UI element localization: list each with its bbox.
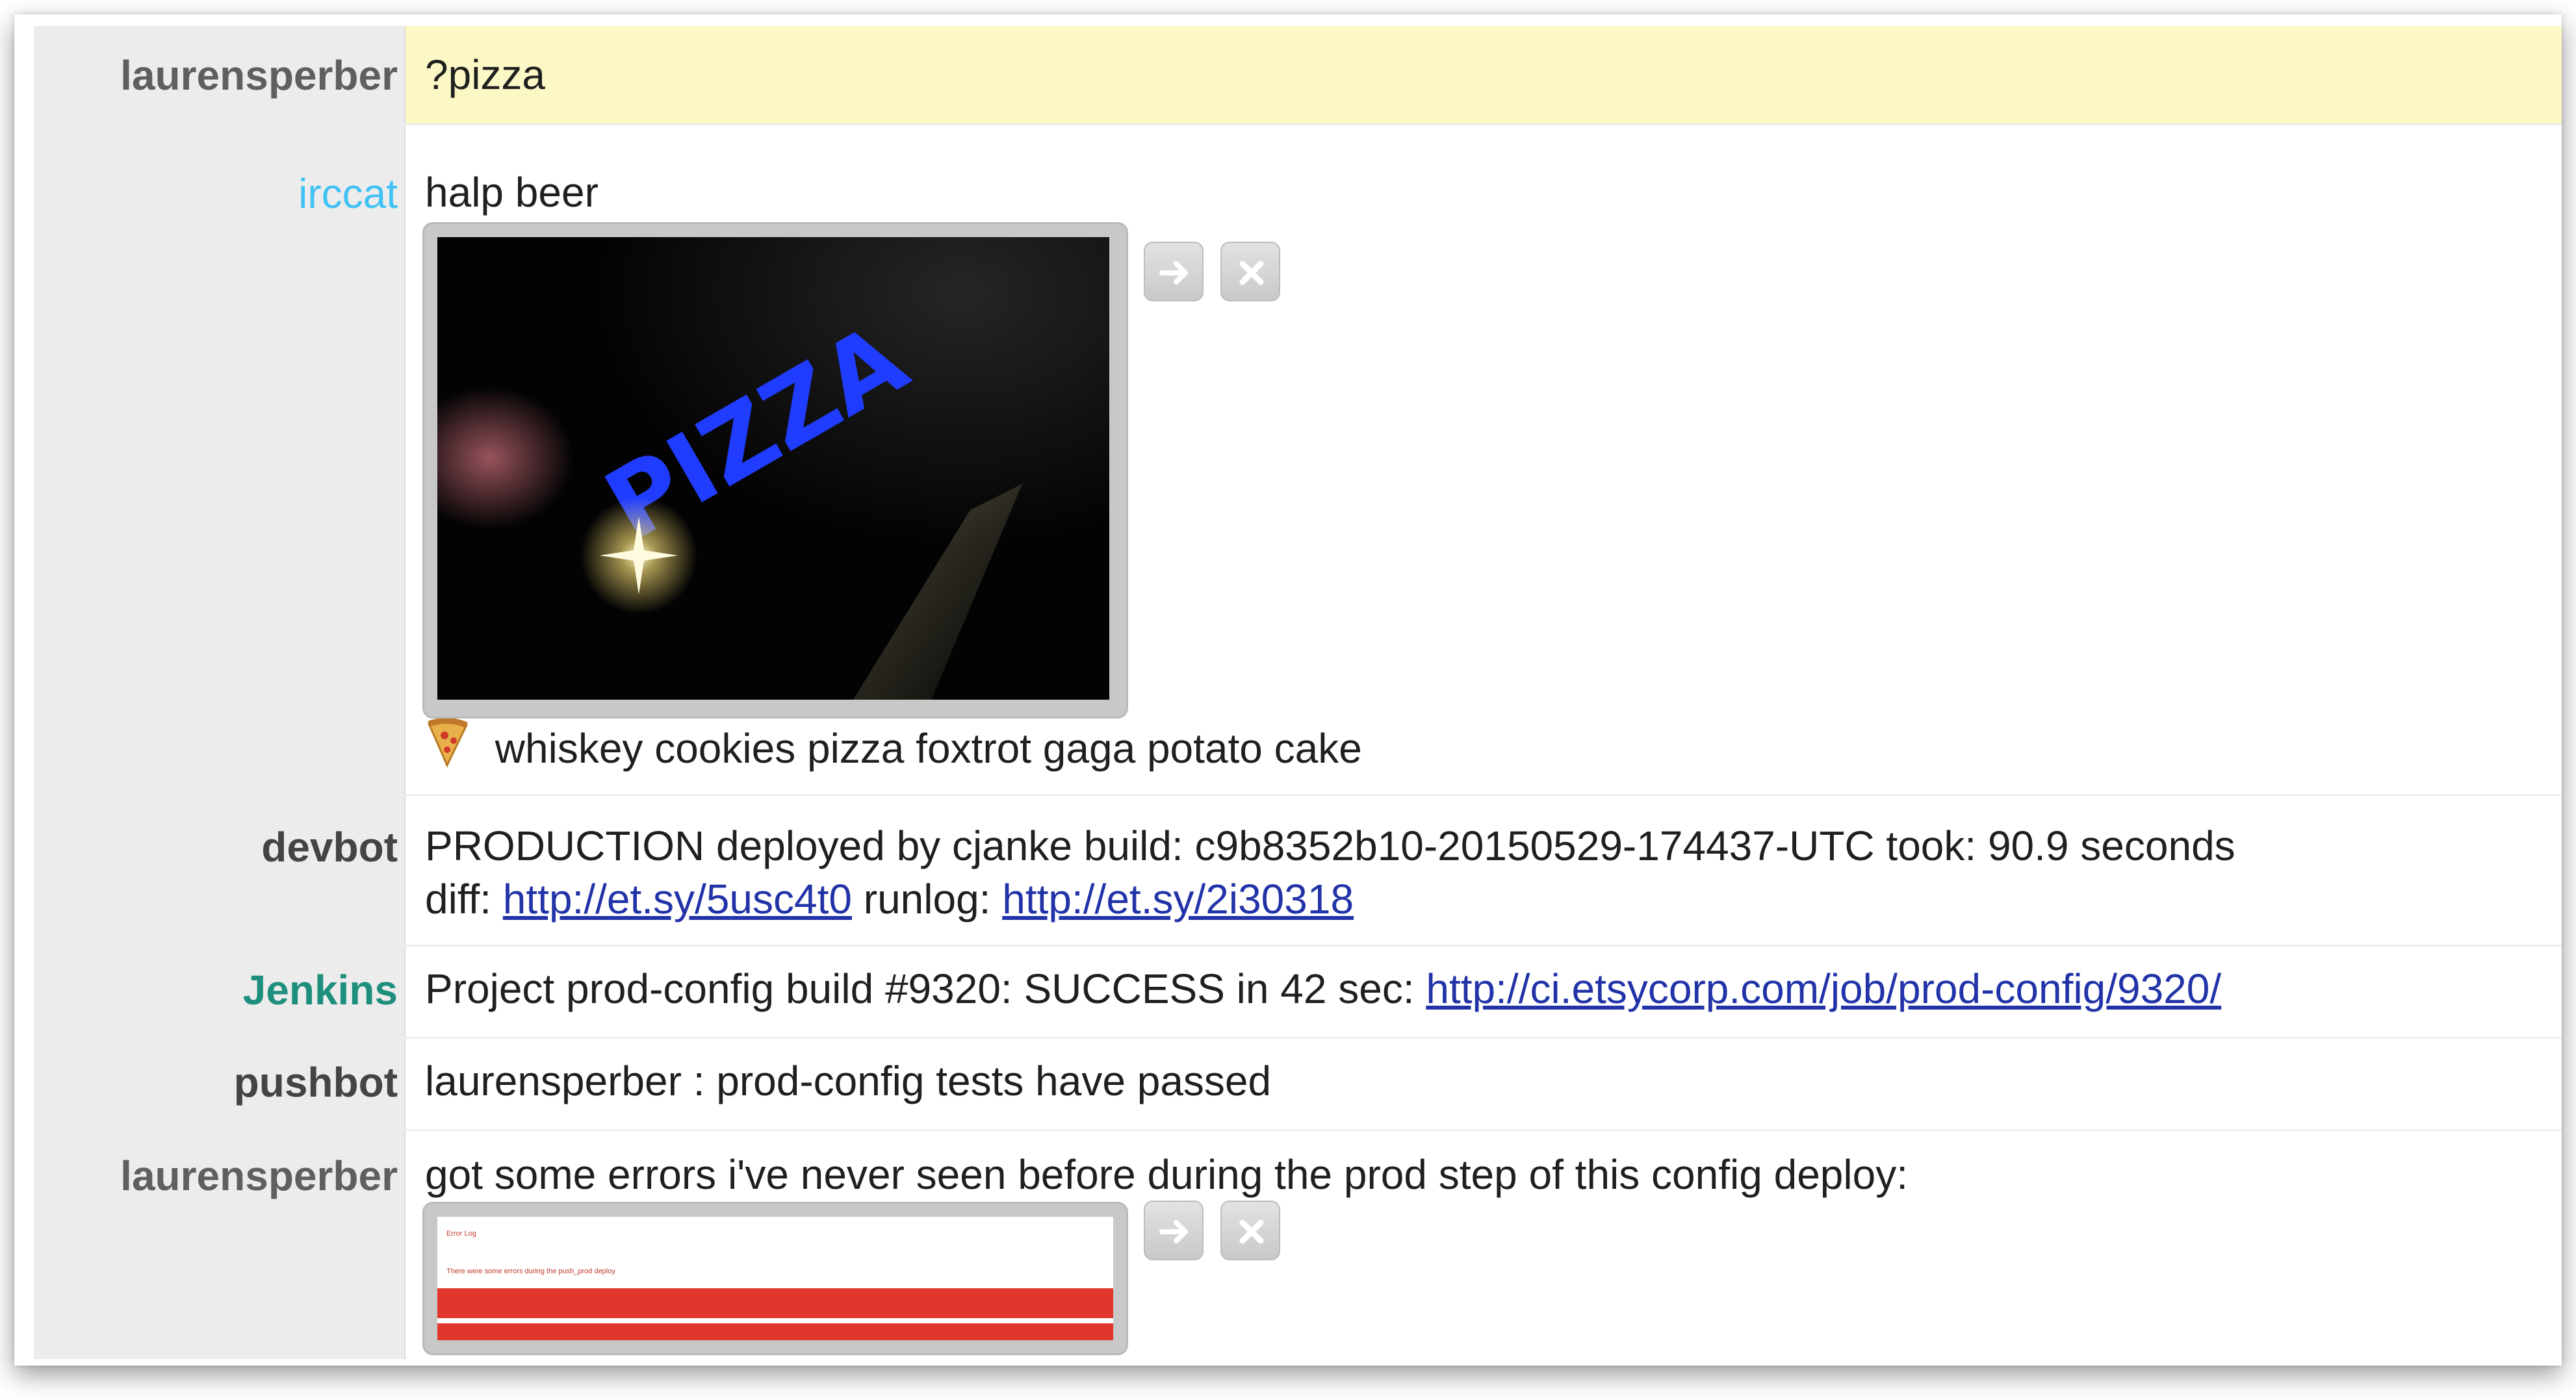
runlog-label: runlog: [851, 876, 1003, 923]
arrow-right-icon [1159, 1220, 1188, 1243]
message-text: got some errors i've never seen before d… [425, 1151, 1908, 1198]
chat-row: laurensperber got some errors i've never… [34, 1129, 2562, 1363]
close-x-icon [1239, 1219, 1264, 1244]
error-bar [437, 1288, 1113, 1318]
nick-laurensperber[interactable]: laurensperber [34, 55, 398, 96]
nick-irccat[interactable]: irccat [34, 173, 398, 214]
chat-log: laurensperber ?pizza irccat halp beer PI… [34, 26, 2562, 1359]
message-text: laurensperber : prod-config tests have p… [425, 1058, 1272, 1104]
chat-row: pushbot laurensperber : prod-config test… [34, 1037, 2562, 1131]
diff-label: diff: [425, 876, 503, 923]
chat-row: laurensperber ?pizza [34, 26, 2562, 125]
message-text: Project prod-config build #9320: SUCCESS… [425, 961, 2221, 1016]
pizza-image: PIZZA [437, 237, 1113, 704]
chat-row: devbot PRODUCTION deployed by cjanke bui… [34, 794, 2562, 947]
nick-pushbot[interactable]: pushbot [34, 1062, 398, 1103]
image-caption: whiskey cookies pizza foxtrot gaga potat… [425, 718, 1362, 776]
dismiss-image-button[interactable] [1220, 1201, 1280, 1260]
error-image-subtitle: There were some errors during the push_p… [446, 1267, 615, 1275]
message-text: halp beer [425, 169, 599, 216]
diff-link[interactable]: http://et.sy/5usc4t0 [503, 876, 852, 923]
message-text: PRODUCTION deployed by cjanke build: c9b… [425, 822, 2235, 869]
nick-devbot[interactable]: devbot [34, 826, 398, 868]
error-log-image: Error Log There were some errors during … [437, 1217, 1113, 1340]
image-preview[interactable]: PIZZA [422, 222, 1128, 719]
error-bar [437, 1323, 1113, 1340]
message-area [406, 26, 2562, 123]
dismiss-image-button[interactable] [1220, 242, 1280, 301]
arrow-right-icon [1159, 261, 1188, 285]
caption-text: whiskey cookies pizza foxtrot gaga potat… [495, 725, 1362, 772]
message-links: diff: http://et.sy/5usc4t0 runlog: http:… [425, 872, 1354, 926]
nick-jenkins[interactable]: Jenkins [34, 969, 398, 1011]
image-preview[interactable]: Error Log There were some errors during … [422, 1202, 1128, 1355]
pizza-animation-image: PIZZA [437, 237, 1109, 700]
chat-row: irccat halp beer PIZZA whiskey cookies p… [34, 123, 2562, 796]
build-status-text: Project prod-config build #9320: SUCCESS… [425, 965, 1426, 1012]
open-image-button[interactable] [1144, 242, 1204, 301]
chat-window: laurensperber ?pizza irccat halp beer PI… [14, 14, 2562, 1366]
error-image-title: Error Log [446, 1230, 476, 1238]
build-link[interactable]: http://ci.etsycorp.com/job/prod-config/9… [1426, 965, 2221, 1012]
open-image-button[interactable] [1144, 1201, 1204, 1260]
message-text: ?pizza [425, 51, 545, 98]
chat-row: Jenkins Project prod-config build #9320:… [34, 945, 2562, 1039]
pizza-slice-icon [427, 718, 469, 768]
nick-laurensperber[interactable]: laurensperber [34, 1155, 398, 1197]
close-x-icon [1239, 261, 1264, 285]
runlog-link[interactable]: http://et.sy/2i30318 [1002, 876, 1354, 923]
